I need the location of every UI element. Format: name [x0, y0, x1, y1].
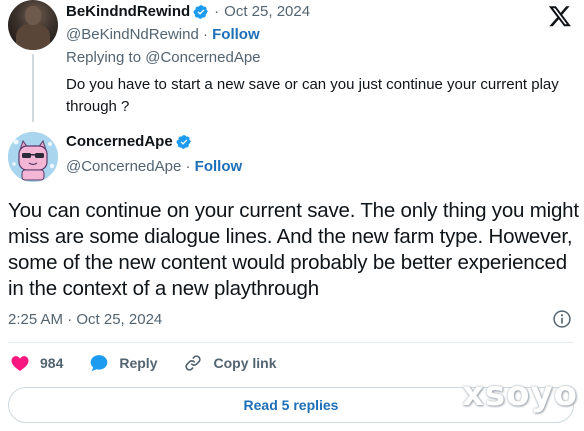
tweet-timestamp[interactable]: 2:25 AM · Oct 25, 2024 — [8, 311, 162, 328]
separator-dot: · — [202, 26, 213, 43]
divider — [8, 342, 574, 343]
verified-badge-icon — [176, 134, 192, 150]
speech-bubble-icon — [91, 355, 108, 372]
link-icon — [185, 355, 202, 371]
main-tweet-text: You can continue on your current save. T… — [8, 199, 579, 300]
like-button[interactable]: 984 — [10, 353, 63, 373]
separator-dot: · — [185, 158, 195, 175]
reply-label: Reply — [119, 355, 158, 371]
heart-icon — [11, 356, 29, 371]
watermark: xsoyo — [461, 374, 578, 414]
separator-dot: · — [214, 3, 220, 20]
avatar-figure-torso — [16, 24, 50, 50]
cat-avatar-icon — [8, 132, 58, 182]
reply-button[interactable]: Reply — [89, 353, 157, 373]
copy-link-label: Copy link — [213, 355, 277, 371]
parent-tweet: BeKindndRewind · Oct 25, 2024 @BeKindNdR… — [8, 0, 568, 122]
like-count: 984 — [40, 355, 64, 371]
avatar-figure-head — [25, 6, 41, 25]
parent-header: BeKindndRewind · Oct 25, 2024 — [66, 3, 310, 20]
avatar[interactable] — [8, 132, 58, 182]
replying-to: Replying to @ConcernedApe — [66, 49, 261, 66]
avatar[interactable] — [8, 0, 58, 50]
verified-badge-icon — [193, 4, 209, 20]
main-handle-row: @ConcernedApe · Follow — [66, 158, 242, 175]
main-handle[interactable]: @ConcernedApe — [66, 158, 181, 175]
follow-button[interactable]: Follow — [195, 158, 243, 175]
thread-line — [32, 54, 34, 122]
parent-handle[interactable]: @BeKindNdRewind — [66, 26, 199, 43]
copy-link-button[interactable]: Copy link — [183, 353, 277, 373]
info-icon[interactable] — [552, 309, 572, 329]
main-author-name[interactable]: ConcernedApe — [66, 133, 173, 150]
parent-author-name[interactable]: BeKindndRewind — [66, 3, 190, 20]
parent-tweet-text: Do you have to start a new save or can y… — [66, 76, 559, 115]
parent-handle-row: @BeKindNdRewind · Follow — [66, 26, 260, 43]
main-header: ConcernedApe — [66, 133, 192, 150]
action-bar: 984 Reply Copy link — [10, 353, 303, 373]
follow-button[interactable]: Follow — [212, 26, 260, 43]
parent-date[interactable]: Oct 25, 2024 — [224, 3, 310, 20]
